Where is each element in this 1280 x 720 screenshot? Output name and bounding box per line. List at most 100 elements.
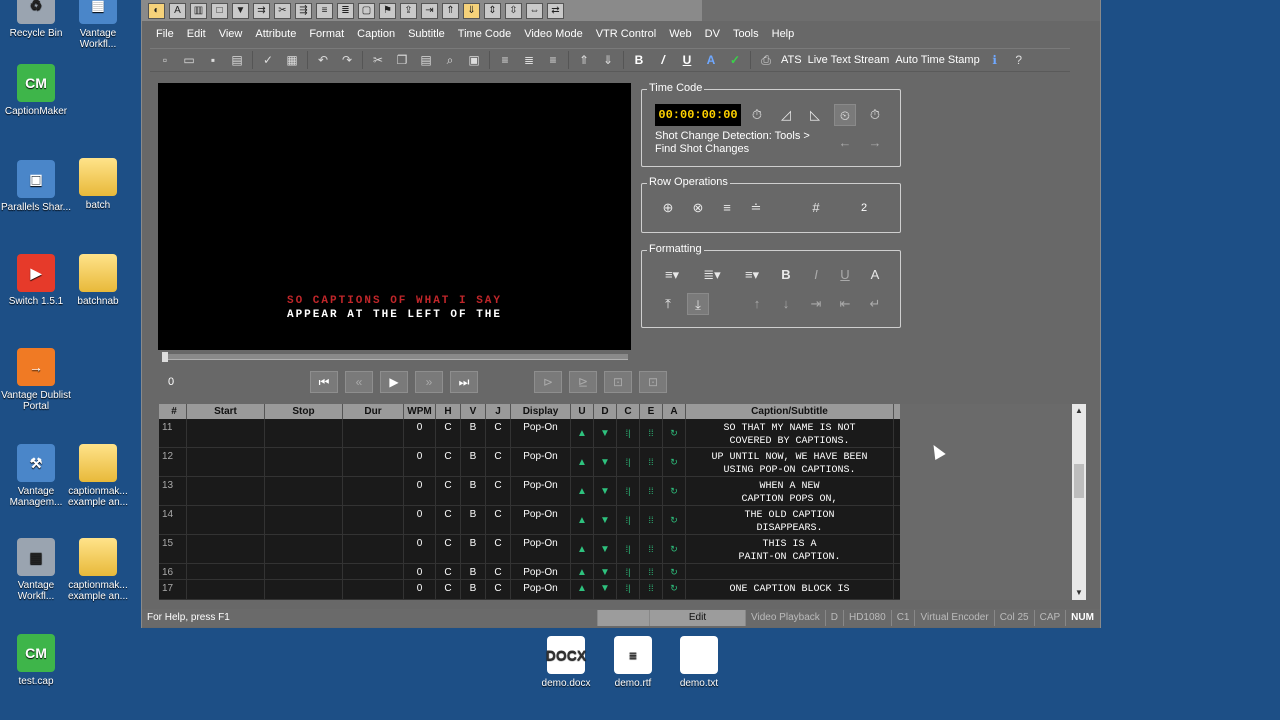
wpm-cell[interactable]: 0	[404, 535, 436, 563]
col-header-caption[interactable]: Caption/Subtitle	[686, 404, 894, 419]
start-cell[interactable]	[187, 477, 265, 505]
dur-cell[interactable]	[343, 477, 404, 505]
col-header-h[interactable]: H	[436, 404, 461, 419]
extend-icon[interactable]: ⁞⁞	[640, 448, 663, 476]
j-cell[interactable]: C	[486, 535, 511, 563]
wpm-cell[interactable]: 0	[404, 419, 436, 447]
caption-cell[interactable]: UP UNTIL NOW, WE HAVE BEEN USING POP-ON C…	[686, 448, 894, 476]
row-number[interactable]: 13	[159, 477, 187, 505]
v-cell[interactable]: B	[461, 477, 486, 505]
extend-icon[interactable]: ⁞⁞	[640, 419, 663, 447]
center-icon[interactable]: ⁞|	[617, 419, 640, 447]
stop-cell[interactable]	[265, 506, 343, 534]
desktop-icon-vantage-workflow-top[interactable]: ▦ Vantage Workfl...	[62, 0, 134, 50]
down-arrow-icon[interactable]: ▼	[594, 419, 617, 447]
app-icon[interactable]: ◐	[148, 2, 165, 19]
menu-help[interactable]: Help	[772, 28, 795, 40]
stop-cell[interactable]	[265, 535, 343, 563]
copy-icon[interactable]: ❐	[393, 51, 411, 69]
video-scrub-bar[interactable]	[162, 352, 628, 362]
print-preview-icon[interactable]: ▤	[228, 51, 246, 69]
caption-cell[interactable]: WHEN A NEW CAPTION POPS ON,	[686, 477, 894, 505]
j-cell[interactable]: C	[486, 477, 511, 505]
menu-edit[interactable]: Edit	[187, 28, 206, 40]
scroll-thumb[interactable]	[1074, 464, 1084, 498]
merge-icon[interactable]: ⇶	[295, 2, 312, 19]
collapse-vertical-icon[interactable]: ⇳	[505, 2, 522, 19]
insert-row-icon[interactable]: ⊕	[657, 197, 679, 219]
j-cell[interactable]: C	[486, 580, 511, 599]
outdent-icon[interactable]: ⇤	[834, 293, 856, 315]
cut-icon[interactable]: ⇥	[421, 2, 438, 19]
menu-vtr-control[interactable]: VTR Control	[596, 28, 657, 40]
timecode-display[interactable]: 00:00:00:00	[655, 104, 741, 126]
indent-icon[interactable]: ⇥	[805, 293, 827, 315]
desktop-icon-demo-txt[interactable]: demo.txt	[663, 636, 735, 689]
wpm-cell[interactable]: 0	[404, 580, 436, 599]
caption-cell[interactable]: ONE CAPTION BLOCK IS	[686, 580, 894, 599]
align-center-dropdown-icon[interactable]: ≣▾	[695, 264, 729, 286]
collapse-icon[interactable]: ⇓	[599, 51, 617, 69]
move-down-icon[interactable]: ↓	[775, 293, 797, 315]
underline-icon[interactable]: U	[834, 264, 856, 286]
spellcheck-icon[interactable]: ✓	[259, 51, 277, 69]
dur-cell[interactable]	[343, 564, 404, 579]
video-preview[interactable]: SO CAPTIONS OF WHAT I SAY APPEAR AT THE …	[158, 83, 631, 350]
col-header-a[interactable]: A	[663, 404, 686, 419]
up-arrow-icon[interactable]: ▲	[571, 448, 594, 476]
refresh-icon[interactable]: ↻	[663, 535, 686, 563]
flow-icon[interactable]: ⇉	[253, 2, 270, 19]
v-cell[interactable]: B	[461, 535, 486, 563]
v-cell[interactable]: B	[461, 448, 486, 476]
j-cell[interactable]: C	[486, 564, 511, 579]
collapse-horizontal-icon[interactable]: ⇄	[547, 2, 564, 19]
h-cell[interactable]: C	[436, 448, 461, 476]
bold-icon[interactable]: B	[630, 51, 648, 69]
lock-start-icon[interactable]: ⊡	[604, 371, 632, 393]
refresh-icon[interactable]: ↻	[663, 580, 686, 599]
down-arrow-icon[interactable]: ▼	[594, 477, 617, 505]
h-cell[interactable]: C	[436, 506, 461, 534]
bold-icon[interactable]: B	[775, 264, 797, 286]
stopwatch-clear-icon[interactable]: ⏱	[864, 104, 886, 126]
line-break-icon[interactable]: ↵	[864, 293, 886, 315]
row-number[interactable]: 11	[159, 419, 187, 447]
caption-cell[interactable]: THIS IS A PAINT-ON CAPTION.	[686, 535, 894, 563]
row-number-button[interactable]: #	[805, 197, 827, 219]
desktop-icon-batch[interactable]: batch	[62, 158, 134, 211]
export-icon[interactable]: ⇪	[400, 2, 417, 19]
v-cell[interactable]: B	[461, 580, 486, 599]
center-icon[interactable]: ⁞|	[617, 477, 640, 505]
menu-caption[interactable]: Caption	[357, 28, 395, 40]
menu-dv[interactable]: DV	[705, 28, 720, 40]
extend-icon[interactable]: ⁞⁞	[640, 580, 663, 599]
check-icon[interactable]: ✓	[726, 51, 744, 69]
start-cell[interactable]	[187, 580, 265, 599]
display-cell[interactable]: Pop-On	[511, 535, 571, 563]
caption-cell[interactable]: SO THAT MY NAME IS NOT COVERED BY CAPTION…	[686, 419, 894, 447]
italic-icon[interactable]: /	[654, 51, 672, 69]
filter-icon[interactable]: ▼	[232, 2, 249, 19]
stopwatch-set-icon[interactable]: ⏲	[834, 104, 856, 126]
table-row[interactable]: 15 0 C B C Pop-On ▲ ▼ ⁞| ⁞⁞ ↻ THIS IS A PAINT-ON CAP…	[159, 535, 900, 564]
extend-icon[interactable]: ⁞⁞	[640, 477, 663, 505]
align-top-icon[interactable]: ⤒	[657, 293, 679, 315]
expand-icon[interactable]: ⇑	[575, 51, 593, 69]
display-cell[interactable]: Pop-On	[511, 506, 571, 534]
scroll-down-icon[interactable]: ▼	[1072, 586, 1086, 600]
down-arrow-icon[interactable]: ▼	[594, 448, 617, 476]
center-icon[interactable]: ⁞|	[617, 580, 640, 599]
open-folder-icon[interactable]: ▭	[180, 51, 198, 69]
menu-format[interactable]: Format	[309, 28, 344, 40]
dur-cell[interactable]	[343, 535, 404, 563]
col-header-j[interactable]: J	[486, 404, 511, 419]
table-row[interactable]: 14 0 C B C Pop-On ▲ ▼ ⁞| ⁞⁞ ↻ THE OLD CAPTION DISAPP…	[159, 506, 900, 535]
desktop-icon-captionmaker-folder-1[interactable]: captionmak... example an...	[62, 444, 134, 508]
wpm-cell[interactable]: 0	[404, 448, 436, 476]
h-cell[interactable]: C	[436, 419, 461, 447]
marker-icon[interactable]: ⚑	[379, 2, 396, 19]
delete-row-icon[interactable]: ⊗	[687, 197, 709, 219]
desktop-icon-test-cap[interactable]: CM test.cap	[0, 634, 72, 687]
col-header-u[interactable]: U	[571, 404, 594, 419]
up-arrow-icon[interactable]: ▲	[571, 535, 594, 563]
